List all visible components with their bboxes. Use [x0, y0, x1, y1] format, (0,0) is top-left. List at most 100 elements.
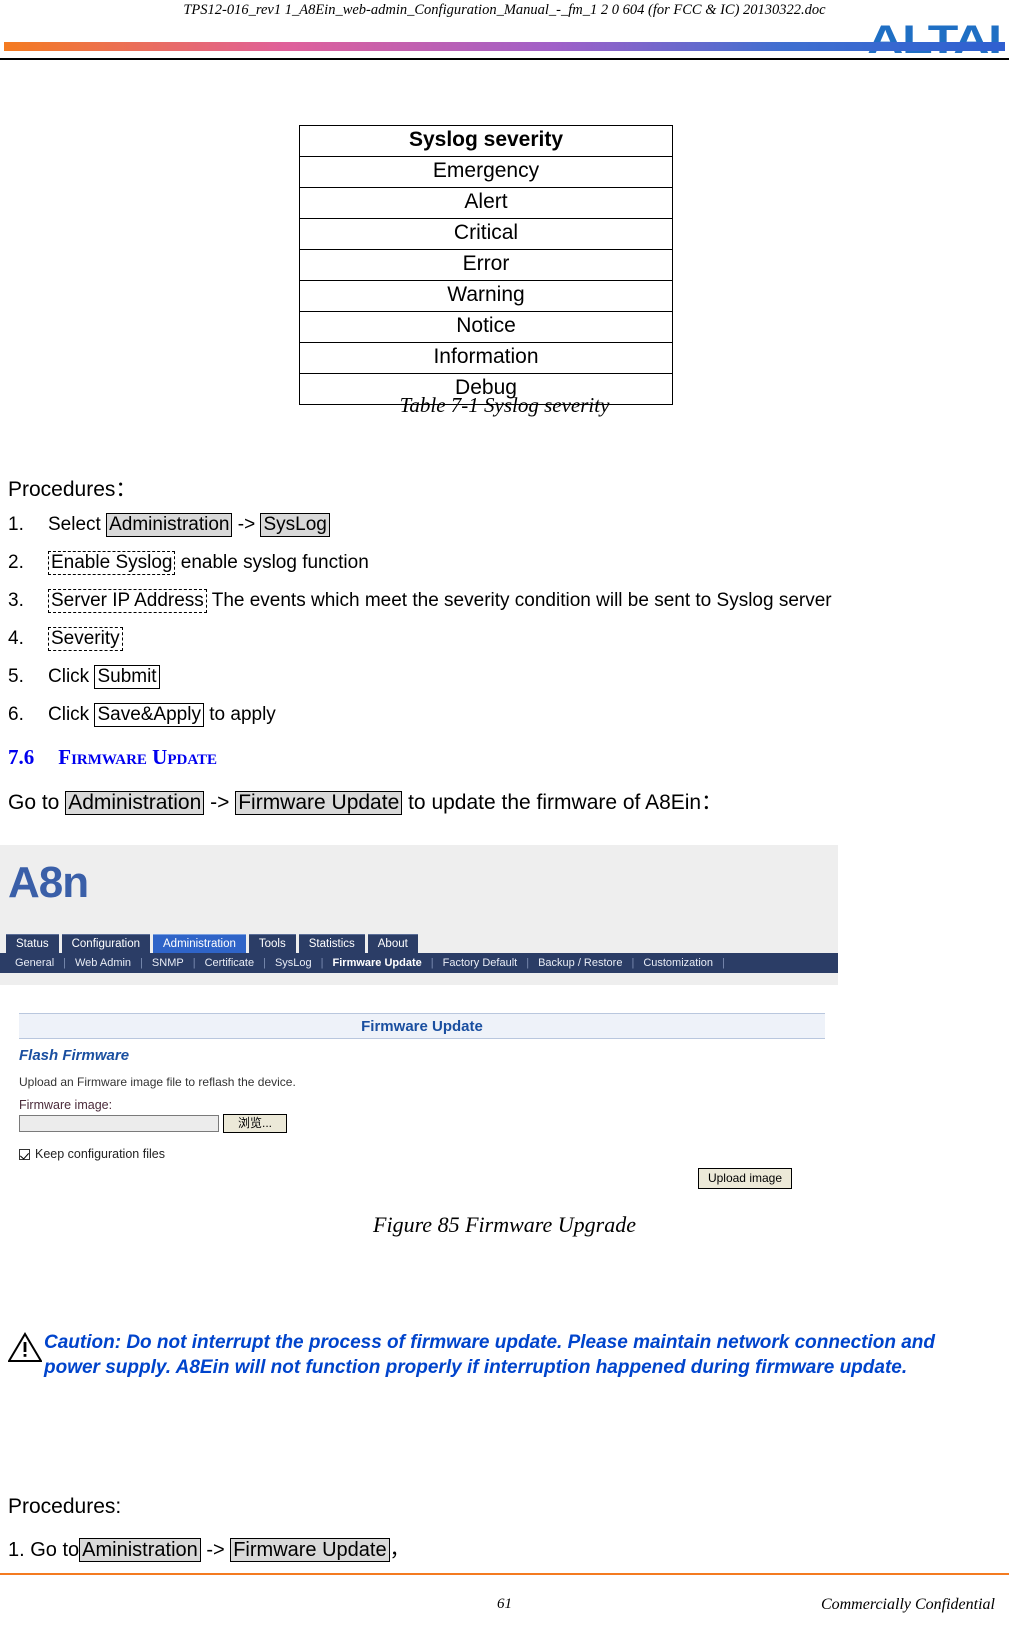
- ui-ref-submit-button[interactable]: Submit: [94, 665, 160, 689]
- list-item-body: Click Submit: [48, 665, 968, 689]
- subtab-certificate[interactable]: Certificate: [196, 957, 264, 969]
- browse-button[interactable]: 浏览...: [223, 1114, 287, 1133]
- procedures2-title: Procedures:: [8, 1495, 122, 1518]
- list-item-number: 1.: [8, 514, 24, 535]
- ui-ref-administration[interactable]: Administration: [65, 791, 205, 815]
- tab-administration[interactable]: Administration: [153, 934, 246, 953]
- severity-cell: Warning: [299, 280, 673, 312]
- severity-cell: Information: [299, 342, 673, 374]
- step-text-post: to apply: [203, 704, 276, 725]
- goto-post: to update the firmware of A8Ein：: [402, 791, 723, 814]
- warning-triangle-icon: [8, 1332, 42, 1362]
- subnav-separator: |: [430, 957, 434, 969]
- panel-title: Firmware Update: [361, 1018, 483, 1035]
- panel-title-bar: Firmware Update: [19, 1013, 825, 1039]
- ui-ref-save-apply-button[interactable]: Save&Apply: [94, 703, 204, 727]
- severity-table-header-cell: Syslog severity: [299, 125, 673, 157]
- ui-ref-firmware-update[interactable]: Firmware Update: [230, 1538, 390, 1562]
- document-header: TPS12-016_rev1 1_A8Ein_web-admin_Configu…: [0, 0, 1009, 62]
- screenshot-navbar-shadow: [0, 973, 838, 985]
- goto-instruction: Go to Administration -> Firmware Update …: [8, 790, 722, 816]
- caution-block: Caution: Do not interrupt the process of…: [8, 1330, 943, 1380]
- syslog-severity-table: Syslog severity Emergency Alert Critical…: [299, 125, 673, 405]
- severity-cell: Emergency: [299, 156, 673, 188]
- list-item-body: Click Save&Apply to apply: [48, 703, 968, 727]
- ui-ref-severity[interactable]: Severity: [48, 627, 123, 651]
- list-item: 1. Select Administration -> SysLog: [8, 513, 968, 537]
- step-text-mid: ->: [232, 514, 261, 535]
- goto-pre: Go to: [8, 791, 66, 814]
- step-text-post: The events which meet the severity condi…: [206, 590, 832, 611]
- keep-configuration-row[interactable]: Keep configuration files: [19, 1147, 165, 1161]
- firmware-image-input[interactable]: [19, 1115, 219, 1132]
- sub-navigation: General | Web Admin | SNMP | Certificate…: [0, 953, 838, 973]
- section-number: 7.6: [8, 745, 35, 769]
- step-text-post: enable syslog function: [175, 552, 369, 573]
- tab-configuration[interactable]: Configuration: [61, 934, 151, 953]
- header-document-name: TPS12-016_rev1 1_A8Ein_web-admin_Configu…: [183, 2, 826, 18]
- subtab-backup-restore[interactable]: Backup / Restore: [529, 957, 631, 969]
- list-item-number: 5.: [8, 666, 24, 687]
- list-item-body: Select Administration -> SysLog: [48, 513, 968, 537]
- header-gradient-bar: [4, 42, 1005, 51]
- list-item-body: Enable Syslog enable syslog function: [48, 551, 968, 575]
- list-item-number: 6.: [8, 704, 24, 725]
- tab-tools[interactable]: Tools: [248, 934, 296, 953]
- table-row: Error: [299, 249, 673, 281]
- subtab-firmware-update[interactable]: Firmware Update: [324, 957, 431, 969]
- subnav-separator: |: [320, 957, 324, 969]
- table-row: Information: [299, 342, 673, 374]
- severity-cell: Critical: [299, 218, 673, 250]
- list-item-number: 2.: [8, 552, 24, 573]
- ui-ref-syslog[interactable]: SysLog: [260, 513, 330, 537]
- upload-image-button[interactable]: Upload image: [697, 1168, 792, 1189]
- procedures2-number: 1. Go to: [8, 1539, 80, 1561]
- procedures2-mid: ->: [200, 1539, 231, 1561]
- table-row: Notice: [299, 311, 673, 343]
- list-item: 4. Severity: [8, 627, 968, 651]
- subtab-general[interactable]: General: [6, 957, 63, 969]
- subtab-syslog[interactable]: SysLog: [266, 957, 321, 969]
- keep-configuration-checkbox[interactable]: [19, 1148, 30, 1160]
- webadmin-screenshot: A8n Status Configuration Administration …: [0, 845, 838, 1190]
- list-item-body: Severity: [48, 627, 968, 651]
- firmware-image-label: Firmware image:: [19, 1098, 113, 1112]
- altai-logo: ALTAI: [867, 18, 1002, 62]
- tab-status[interactable]: Status: [6, 934, 59, 953]
- firmware-update-panel: Firmware Update Flash Firmware Upload an…: [0, 995, 838, 1190]
- list-item: 2. Enable Syslog enable syslog function: [8, 551, 968, 575]
- subnav-separator: |: [140, 957, 143, 969]
- caution-text: Caution: Do not interrupt the process of…: [44, 1332, 936, 1378]
- confidentiality-notice: Commercially Confidential: [820, 1596, 995, 1613]
- ui-ref-enable-syslog[interactable]: Enable Syslog: [48, 551, 176, 575]
- tab-about[interactable]: About: [367, 934, 418, 953]
- severity-cell: Error: [299, 249, 673, 281]
- subtab-snmp[interactable]: SNMP: [143, 957, 193, 969]
- subtab-customization[interactable]: Customization: [634, 957, 722, 969]
- severity-table-body: Syslog severity Emergency Alert Critical…: [299, 125, 673, 405]
- goto-mid: ->: [204, 791, 236, 814]
- ui-ref-firmware-update[interactable]: Firmware Update: [235, 791, 403, 815]
- ui-ref-administration[interactable]: Administration: [106, 513, 233, 537]
- table-row: Alert: [299, 187, 673, 219]
- header-divider: [0, 58, 1009, 60]
- list-item: 5. Click Submit: [8, 665, 968, 689]
- a8n-product-logo: A8n: [8, 858, 89, 907]
- list-item-number: 3.: [8, 590, 24, 611]
- subtab-web-admin[interactable]: Web Admin: [66, 957, 140, 969]
- step-text-pre: Select: [48, 514, 107, 535]
- tab-statistics[interactable]: Statistics: [298, 934, 365, 953]
- procedures-title: Procedures：: [8, 478, 137, 501]
- subnav-separator: |: [192, 957, 196, 969]
- ui-ref-administration[interactable]: Aministration: [79, 1538, 201, 1562]
- keep-configuration-label: Keep configuration files: [35, 1147, 165, 1161]
- step-text-pre: Click: [48, 704, 95, 725]
- table-row-header: Syslog severity: [299, 125, 673, 157]
- subtab-factory-default[interactable]: Factory Default: [434, 957, 527, 969]
- procedures2-post: ，: [389, 1539, 410, 1561]
- subnav-separator: |: [63, 957, 66, 969]
- procedures-list: 1. Select Administration -> SysLog 2. En…: [8, 513, 968, 741]
- table-row: Emergency: [299, 156, 673, 188]
- ui-ref-server-ip-address[interactable]: Server IP Address: [48, 589, 207, 613]
- list-item: 3. Server IP Address The events which me…: [8, 589, 968, 613]
